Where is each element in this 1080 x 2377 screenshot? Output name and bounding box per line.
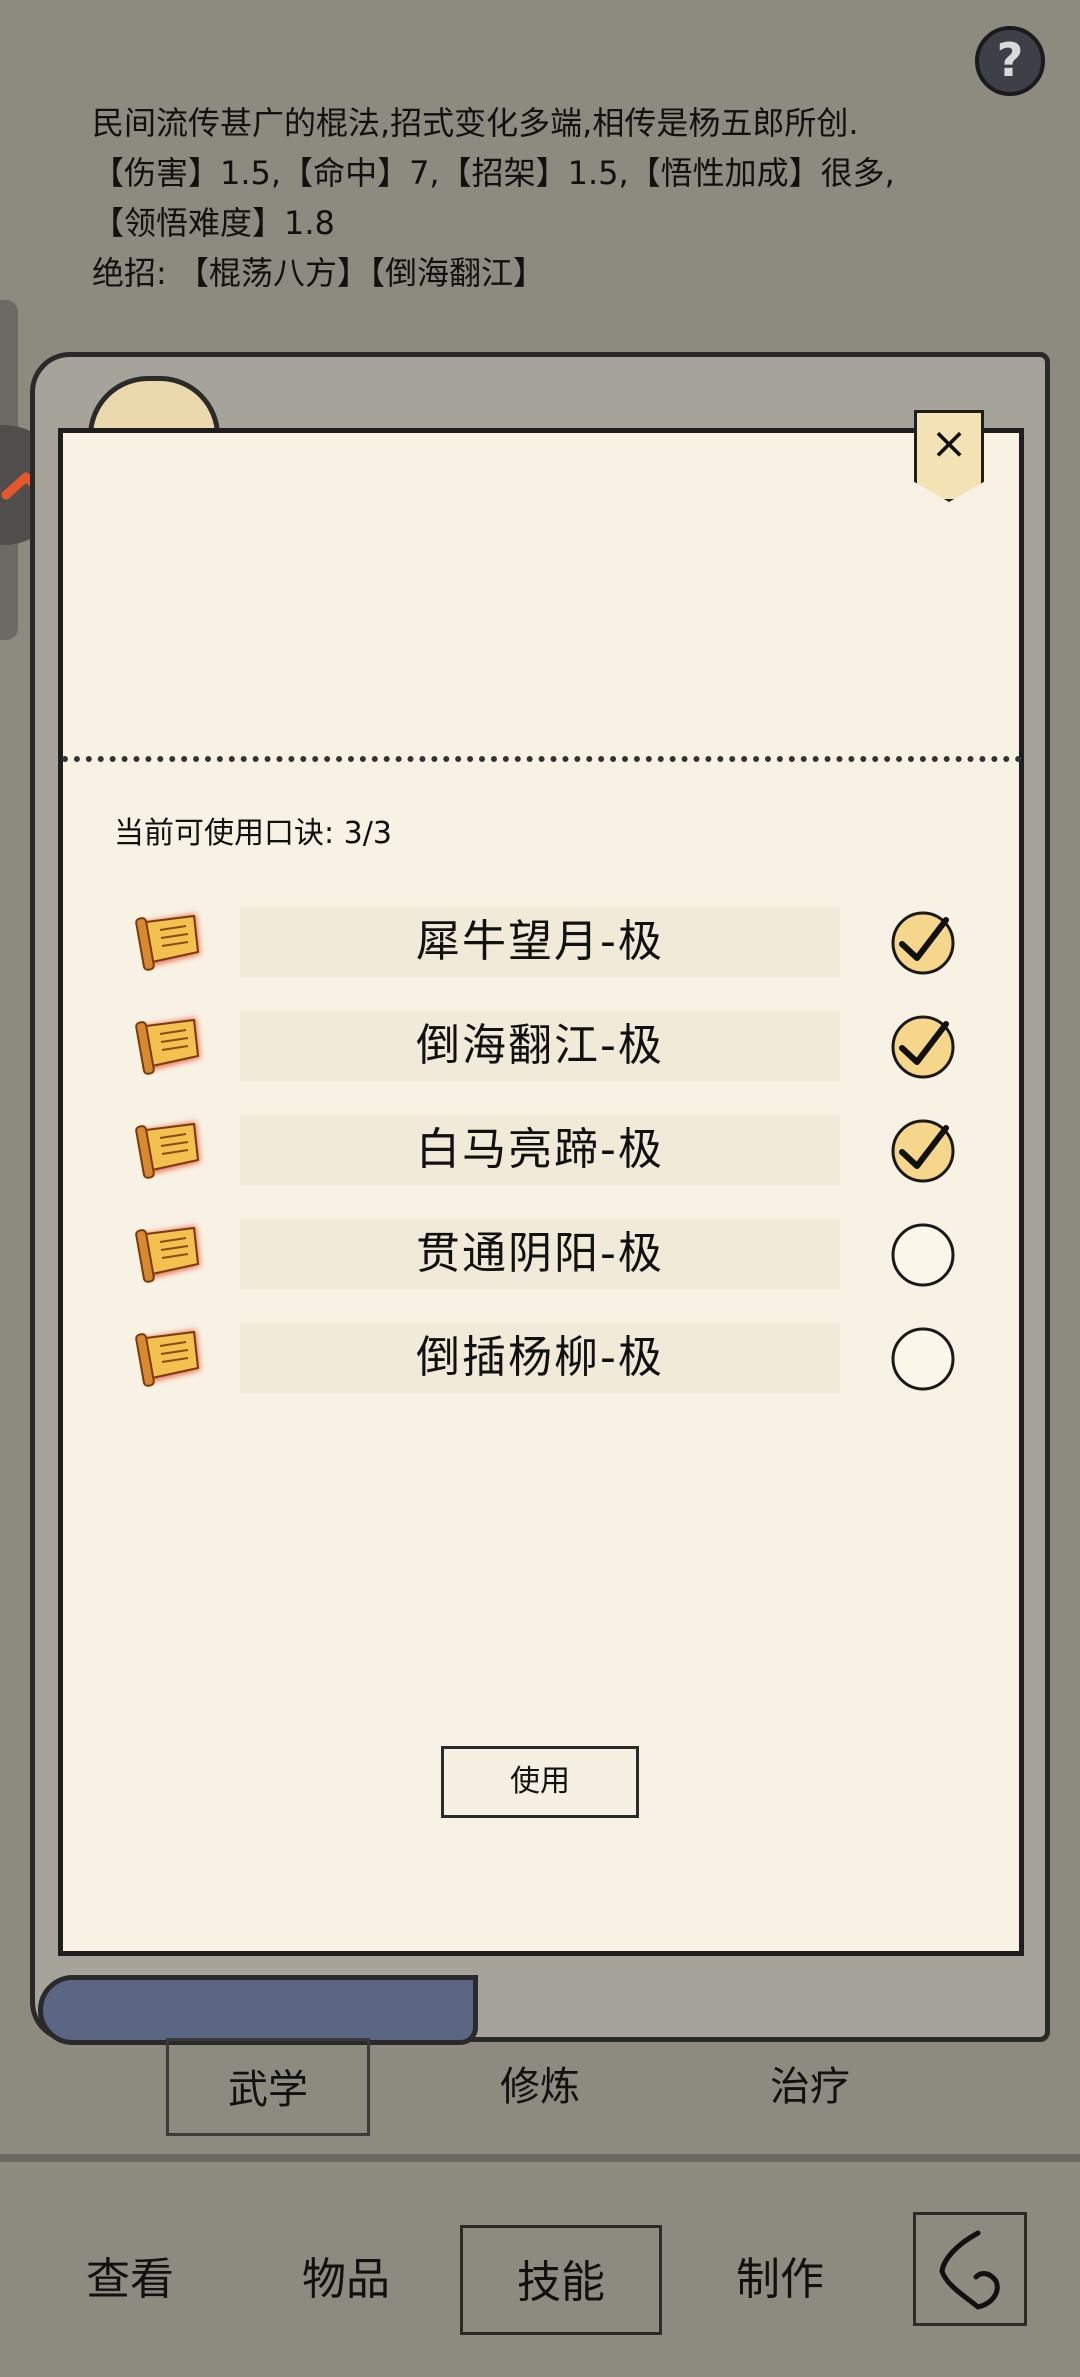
scroll-icon	[135, 1226, 200, 1283]
nav-skills[interactable]: 技能	[460, 2225, 662, 2335]
description-line: 民间流传甚广的棍法,招式变化多端,相传是杨五郎所创.	[92, 104, 859, 142]
skill-row[interactable]: 倒插杨柳-极	[130, 1316, 970, 1406]
checkbox-checked-icon[interactable]	[890, 1118, 956, 1184]
scroll-icon	[135, 1122, 200, 1179]
scroll-icon	[135, 1330, 200, 1387]
dotted-divider	[62, 756, 1022, 762]
divider	[0, 2154, 1080, 2162]
back-arrow-icon	[939, 2230, 1000, 2310]
skill-name: 白马亮蹄-极	[416, 1124, 664, 1175]
skill-row[interactable]: 白马亮蹄-极	[130, 1108, 970, 1198]
skill-name: 贯通阴阳-极	[416, 1228, 664, 1279]
skill-row[interactable]: 倒海翻江-极	[130, 1004, 970, 1094]
nav-view[interactable]: 查看	[60, 2225, 200, 2335]
close-icon: ×	[930, 418, 968, 469]
checkbox-unchecked-icon[interactable]	[890, 1222, 956, 1288]
scroll-icon	[135, 1018, 200, 1075]
use-button[interactable]: 使用	[441, 1746, 639, 1818]
checkbox-checked-icon[interactable]	[890, 910, 956, 976]
checkbox-unchecked-icon[interactable]	[890, 1326, 956, 1392]
skill-row[interactable]: 犀牛望月-极	[130, 900, 970, 990]
checkbox-checked-icon[interactable]	[890, 1014, 956, 1080]
tab-martial[interactable]: 武学	[166, 2038, 370, 2136]
description-line: 【伤害】1.5,【命中】7,【招架】1.5,【悟性加成】很多,	[92, 154, 895, 192]
skill-name: 倒插杨柳-极	[416, 1332, 664, 1383]
tab-cultivate[interactable]: 修炼	[440, 2038, 640, 2136]
help-button[interactable]: ?	[975, 26, 1045, 96]
tab-heal[interactable]: 治疗	[710, 2038, 910, 2136]
skill-row[interactable]: 贯通阴阳-极	[130, 1212, 970, 1302]
skill-description: 民间流传甚广的棍法,招式变化多端,相传是杨五郎所创. 【伤害】1.5,【命中】7…	[92, 98, 992, 298]
scroll-icon	[135, 914, 200, 971]
mantra-count-label: 当前可使用口诀: 3/3	[114, 816, 392, 851]
skill-name: 倒海翻江-极	[416, 1020, 664, 1071]
nav-craft[interactable]: 制作	[710, 2225, 850, 2335]
nav-items[interactable]: 物品	[276, 2225, 416, 2335]
skill-name: 犀牛望月-极	[416, 916, 664, 967]
scroll-roll-bottom	[38, 1975, 478, 2045]
back-button[interactable]	[913, 2212, 1027, 2326]
description-line: 【领悟难度】1.8	[92, 204, 335, 242]
description-line: 绝招: 【棍荡八方】【倒海翻江】	[92, 254, 545, 292]
